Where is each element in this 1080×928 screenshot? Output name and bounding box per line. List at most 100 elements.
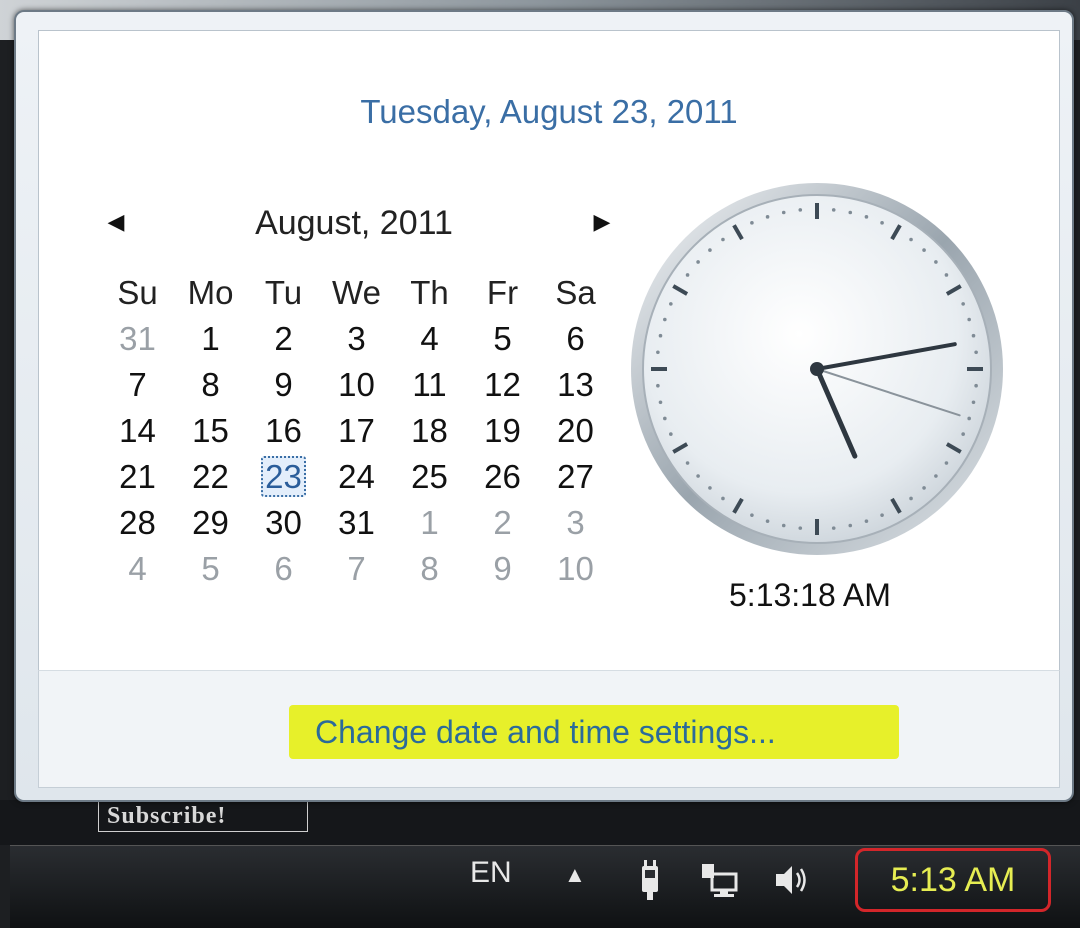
calendar-day[interactable]: 5 <box>466 317 539 363</box>
calendar-day[interactable]: 17 <box>320 409 393 455</box>
calendar-day[interactable]: 7 <box>320 547 393 593</box>
minute-tick <box>909 496 913 501</box>
calendar-day-number: 9 <box>274 366 293 403</box>
calendar-day[interactable]: 25 <box>393 455 466 501</box>
calendar-day[interactable]: 6 <box>539 317 612 363</box>
calendar-day[interactable]: 5 <box>174 547 247 593</box>
calendar-day-number: 23 <box>261 456 306 497</box>
calendar-day[interactable]: 30 <box>247 501 320 547</box>
show-hidden-icons-button[interactable]: ▲ <box>564 862 586 888</box>
calendar-day[interactable]: 20 <box>539 409 612 455</box>
calendar-day[interactable]: 1 <box>393 501 466 547</box>
minute-tick <box>944 461 949 465</box>
calendar-day[interactable]: 4 <box>101 547 174 593</box>
calendar-day[interactable]: 22 <box>174 455 247 501</box>
weekday-label: Sa <box>555 274 596 311</box>
calendar-day[interactable]: 31 <box>101 317 174 363</box>
minute-tick <box>750 221 754 225</box>
minute-tick <box>971 333 976 338</box>
minute-tick <box>971 400 976 405</box>
calendar-day[interactable]: 24 <box>320 455 393 501</box>
calendar-day[interactable]: 3 <box>320 317 393 363</box>
calendar-day-number: 25 <box>411 458 448 495</box>
digital-time: 5:13:18 AM <box>729 577 891 613</box>
calendar-day[interactable]: 21 <box>101 455 174 501</box>
calendar-day[interactable]: 2 <box>247 317 320 363</box>
network-icon[interactable] <box>698 858 742 902</box>
calendar-day-number: 12 <box>484 366 521 403</box>
calendar-day[interactable]: 4 <box>393 317 466 363</box>
calendar-day[interactable]: 26 <box>466 455 539 501</box>
change-date-time-settings-link[interactable]: Change date and time settings... <box>289 705 899 759</box>
weekday-label: Th <box>410 274 449 311</box>
volume-icon[interactable] <box>770 858 814 902</box>
calendar-week-row: 4 5 6 7 8 9 10 <box>101 547 621 593</box>
minute-tick <box>831 526 836 530</box>
calendar-day-number: 15 <box>192 412 229 449</box>
minute-tick <box>656 350 660 355</box>
calendar-day[interactable]: 27 <box>539 455 612 501</box>
calendar-day-number: 13 <box>557 366 594 403</box>
minute-tick <box>656 383 660 388</box>
calendar-day[interactable]: 29 <box>174 501 247 547</box>
calendar-day-number: 5 <box>493 320 512 357</box>
month-label[interactable]: August, 2011 <box>99 201 609 245</box>
calendar-day[interactable]: 11 <box>393 363 466 409</box>
calendar-day-number: 6 <box>274 550 293 587</box>
calendar-day-number: 8 <box>420 550 439 587</box>
taskbar-clock[interactable]: 5:13 AM <box>855 848 1051 912</box>
minute-tick <box>922 486 926 490</box>
minute-tick <box>685 461 690 465</box>
calendar-day[interactable]: 9 <box>247 363 320 409</box>
calendar-week-row: 7 8 9 10 11 12 13 <box>101 363 621 409</box>
minute-tick <box>961 302 965 306</box>
calendar-day-number: 31 <box>119 320 156 357</box>
calendar-day-number: 29 <box>192 504 229 541</box>
calendar-day-selected[interactable]: 23 <box>247 455 320 501</box>
calendar-day[interactable]: 1 <box>174 317 247 363</box>
weekday-label: We <box>332 274 381 311</box>
minute-tick <box>880 513 884 517</box>
calendar-day[interactable]: 14 <box>101 409 174 455</box>
calendar-day-number: 24 <box>338 458 375 495</box>
calendar-day-number: 26 <box>484 458 521 495</box>
calendar-day[interactable]: 6 <box>247 547 320 593</box>
calendar-day[interactable]: 19 <box>466 409 539 455</box>
calendar-day[interactable]: 16 <box>247 409 320 455</box>
calendar-day-number: 14 <box>119 412 156 449</box>
minute-tick <box>781 210 786 215</box>
calendar-day[interactable]: 9 <box>466 547 539 593</box>
calendar-day[interactable]: 2 <box>466 501 539 547</box>
full-date-link[interactable]: Tuesday, August 23, 2011 <box>39 93 1059 131</box>
calendar-day-number: 18 <box>411 412 448 449</box>
minute-tick <box>880 221 884 225</box>
language-indicator[interactable]: EN <box>470 856 512 890</box>
calendar-day[interactable]: 3 <box>539 501 612 547</box>
weekday-label: Fr <box>486 274 519 311</box>
calendar-week-row: 31 1 2 3 4 5 6 <box>101 317 621 363</box>
minute-tick <box>974 350 978 355</box>
calendar-day-number: 11 <box>412 366 447 403</box>
calendar-day[interactable]: 8 <box>393 547 466 593</box>
power-plug-icon[interactable] <box>628 858 672 902</box>
minute-tick <box>967 317 971 322</box>
weekday-label: Mo <box>187 274 234 311</box>
calendar-clock-panel: Tuesday, August 23, 2011 ◀ August, 2011 … <box>38 30 1060 672</box>
next-month-button[interactable]: ▶ <box>587 207 617 237</box>
calendar-day[interactable]: 18 <box>393 409 466 455</box>
weekday-label: Su <box>117 274 158 311</box>
minute-tick <box>798 526 803 530</box>
calendar-day[interactable]: 12 <box>466 363 539 409</box>
calendar-day[interactable]: 13 <box>539 363 612 409</box>
calendar-day-number: 20 <box>557 412 594 449</box>
calendar-day[interactable]: 8 <box>174 363 247 409</box>
calendar-day[interactable]: 10 <box>539 547 612 593</box>
calendar-day[interactable]: 7 <box>101 363 174 409</box>
calendar-day[interactable]: 31 <box>320 501 393 547</box>
calendar-day-number: 30 <box>265 504 302 541</box>
calendar-day[interactable]: 28 <box>101 501 174 547</box>
minute-tick <box>708 486 712 490</box>
calendar-day-number: 22 <box>192 458 229 495</box>
calendar-day[interactable]: 15 <box>174 409 247 455</box>
calendar-day[interactable]: 10 <box>320 363 393 409</box>
